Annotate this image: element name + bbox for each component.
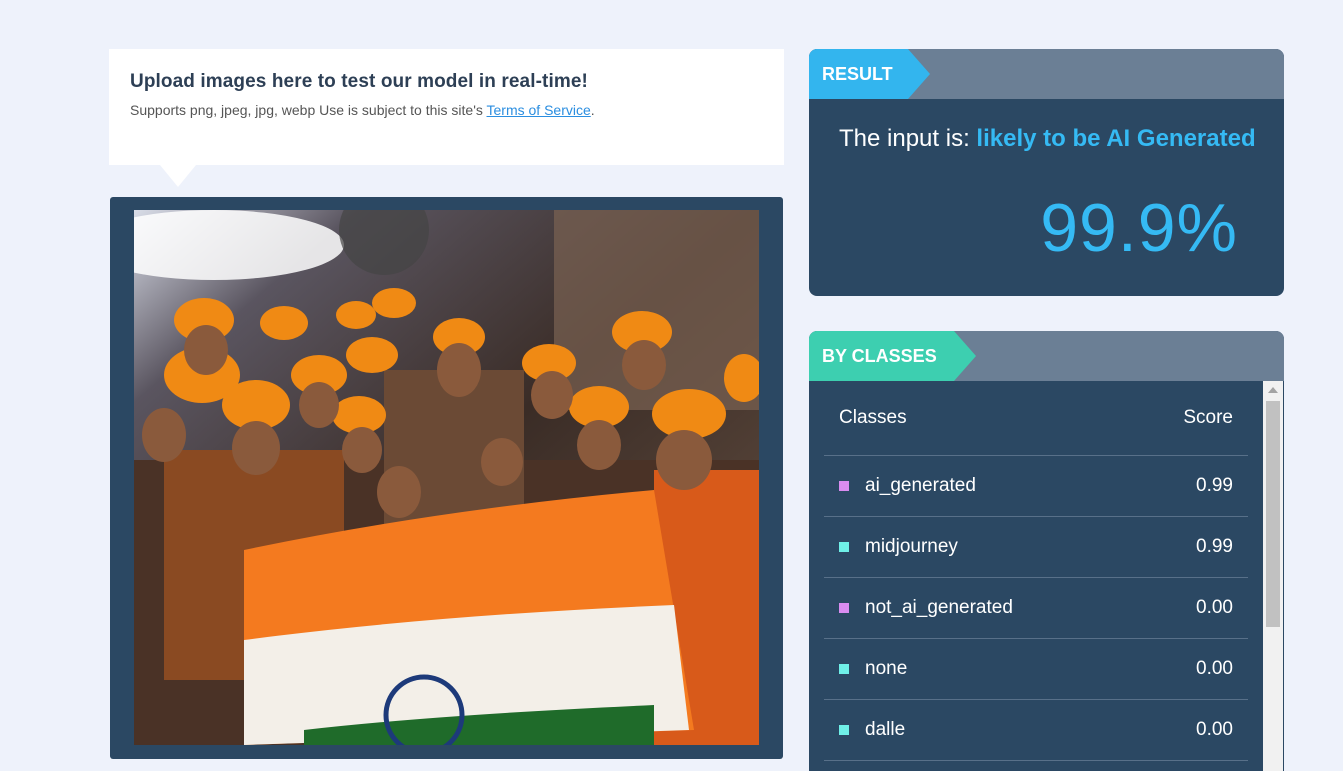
- upload-info-card: Upload images here to test our model in …: [109, 49, 784, 165]
- uploaded-image: [134, 210, 759, 745]
- classes-table-header: Classes Score: [824, 381, 1248, 456]
- image-dropzone[interactable]: [110, 197, 783, 759]
- result-tag: RESULT: [809, 49, 930, 99]
- result-percent: 99.9%: [1040, 190, 1238, 266]
- table-row: not_ai_generated 0.00: [824, 578, 1248, 639]
- class-score: 0.00: [1196, 658, 1233, 679]
- scrollbar-thumb[interactable]: [1266, 401, 1280, 627]
- upload-subtitle: Supports png, jpeg, jpg, webp Use is sub…: [130, 102, 763, 118]
- result-text: The input is: likely to be AI Generated: [839, 125, 1256, 153]
- class-score: 0.99: [1196, 536, 1233, 557]
- result-header: RESULT: [809, 49, 1284, 99]
- class-name: midjourney: [865, 536, 958, 557]
- class-color-swatch: [839, 725, 849, 735]
- result-card: RESULT The input is: likely to be AI Gen…: [809, 49, 1284, 296]
- classes-scrollbar[interactable]: [1263, 381, 1283, 771]
- class-name: dalle: [865, 719, 906, 740]
- class-name: not_ai_generated: [865, 597, 1013, 618]
- class-score: 0.00: [1196, 719, 1233, 740]
- class-score: 0.99: [1196, 475, 1233, 496]
- scroll-up-arrow-icon[interactable]: [1268, 387, 1278, 393]
- table-row: none 0.00: [824, 639, 1248, 700]
- table-row: dalle 0.00: [824, 700, 1248, 761]
- class-score: 0.00: [1196, 597, 1233, 618]
- terms-of-service-link[interactable]: Terms of Service: [487, 102, 591, 118]
- classes-header: BY CLASSES: [809, 331, 1284, 381]
- table-row: midjourney 0.99: [824, 517, 1248, 578]
- column-header-score: Score: [1183, 407, 1233, 428]
- result-verdict: likely to be AI Generated: [976, 125, 1256, 152]
- class-color-swatch: [839, 664, 849, 674]
- upload-title: Upload images here to test our model in …: [130, 71, 588, 92]
- class-name: none: [865, 658, 908, 679]
- table-row: ai_generated 0.99: [824, 456, 1248, 517]
- classes-table: Classes Score ai_generated 0.99 midjourn…: [824, 381, 1248, 761]
- upload-subtitle-text: Supports png, jpeg, jpg, webp Use is sub…: [130, 102, 487, 118]
- classes-card: BY CLASSES Classes Score ai_generated 0.…: [809, 331, 1284, 771]
- class-color-swatch: [839, 542, 849, 552]
- upload-subtitle-suffix: .: [590, 102, 595, 118]
- class-name: ai_generated: [865, 475, 976, 496]
- tooltip-pointer: [160, 165, 196, 187]
- class-color-swatch: [839, 603, 849, 613]
- column-header-classes: Classes: [839, 407, 907, 428]
- class-color-swatch: [839, 481, 849, 491]
- result-prefix: The input is:: [839, 125, 977, 152]
- classes-tag: BY CLASSES: [809, 331, 976, 381]
